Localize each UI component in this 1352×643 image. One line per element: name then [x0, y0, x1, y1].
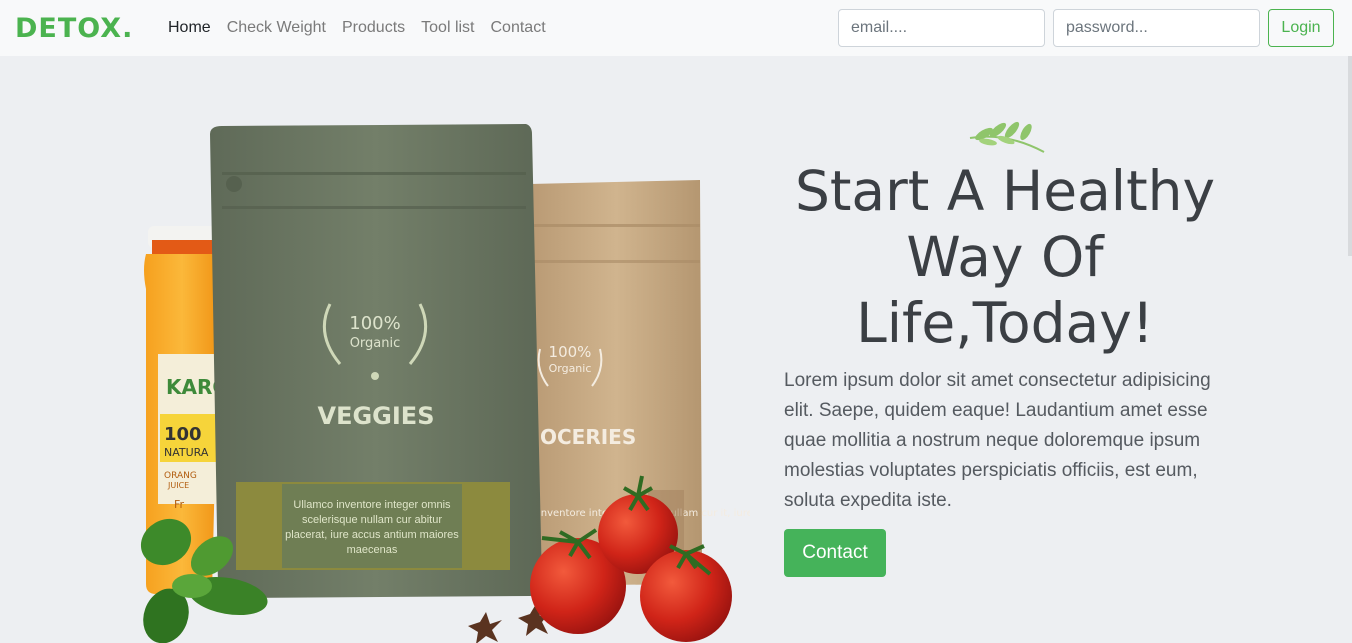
- login-button[interactable]: Login: [1268, 9, 1334, 47]
- brand-logo[interactable]: DETOX.: [15, 14, 133, 44]
- groceries-name: OCERIES: [540, 425, 636, 449]
- nav-link-check-weight[interactable]: Check Weight: [227, 18, 326, 38]
- groceries-percent: 100%: [549, 343, 592, 361]
- leaf-sprig-icon: [969, 121, 1045, 153]
- nav-links: Home Check Weight Products Tool list Con…: [168, 18, 562, 38]
- jar-sub1: ORANG: [164, 471, 197, 481]
- veggies-name: VEGGIES: [318, 402, 435, 430]
- jar-natural: NATURA: [164, 446, 209, 459]
- hero-paragraph: Lorem ipsum dolor sit amet consectetur a…: [784, 370, 1211, 511]
- scrollbar[interactable]: [1348, 56, 1352, 256]
- veggies-percent: 100%: [349, 313, 400, 334]
- veggies-organic: Organic: [350, 336, 401, 351]
- email-input[interactable]: [838, 9, 1045, 47]
- password-input[interactable]: [1053, 9, 1260, 47]
- nav-link-home[interactable]: Home: [168, 18, 211, 38]
- veggies-label: Ullamco inventore integer omnis sceleris…: [285, 499, 459, 556]
- contact-button[interactable]: Contact: [784, 529, 886, 577]
- nav-link-tool-list[interactable]: Tool list: [421, 18, 474, 38]
- jar-sub2: JUICE: [167, 481, 189, 490]
- nav-link-contact[interactable]: Contact: [491, 18, 546, 38]
- jar-percent: 100: [164, 424, 202, 445]
- veggies-bag: 100% Organic VEGGIES Ullamco inventore i…: [210, 124, 542, 598]
- groceries-organic: Organic: [549, 362, 592, 375]
- product-image: KARO 100 NATURA ORANG JUICE Fr 100% Orga…: [140, 124, 750, 643]
- navbar: DETOX. Home Check Weight Products Tool l…: [0, 0, 1352, 56]
- jar-sub3: Fr: [174, 498, 185, 511]
- hero-heading: Start A Healthy Way Of Life,Today!: [794, 159, 1216, 355]
- nav-link-products[interactable]: Products: [342, 18, 405, 38]
